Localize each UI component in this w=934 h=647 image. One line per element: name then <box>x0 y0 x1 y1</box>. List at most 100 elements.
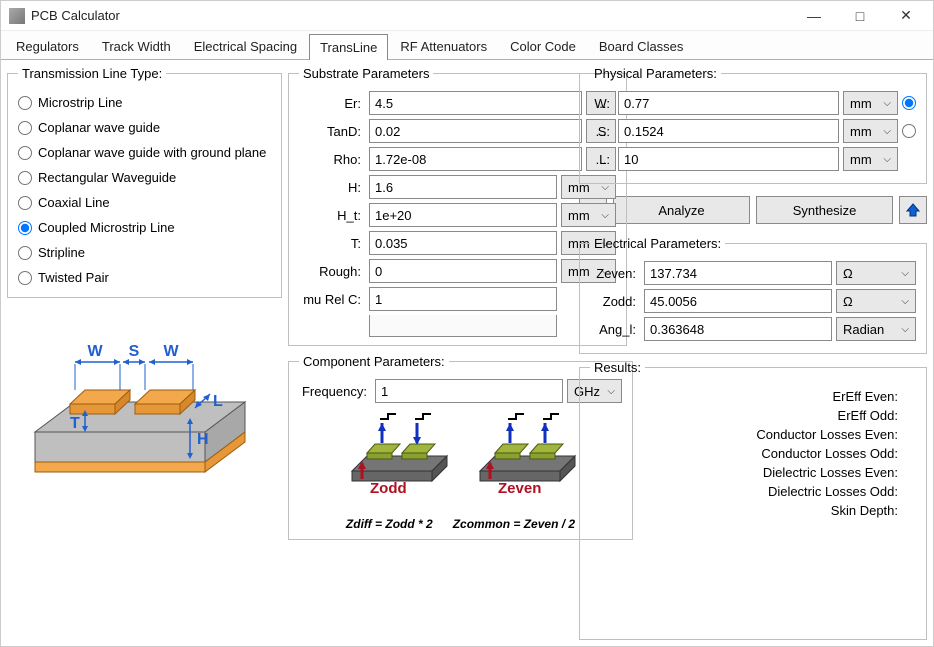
diagram-label-w2: W <box>163 343 179 360</box>
substrate-label-3: H: <box>299 180 365 195</box>
substrate-input-5[interactable] <box>369 231 557 255</box>
tab-board-classes[interactable]: Board Classes <box>588 33 695 59</box>
results-group: Results: ErEff Even:ErEff Odd:Conductor … <box>579 360 927 640</box>
diagram-label-s: S <box>128 343 139 360</box>
physical-row-1: S: mm <box>590 119 916 143</box>
transline-option-6[interactable]: Stripline <box>18 245 271 260</box>
tab-bar: RegulatorsTrack WidthElectrical SpacingT… <box>1 31 933 60</box>
physical-label-1: S: <box>590 124 614 139</box>
transline-label-0: Microstrip Line <box>38 95 123 110</box>
substrate-input-3[interactable] <box>369 175 557 199</box>
transline-radio-4[interactable] <box>18 196 32 210</box>
action-row: Analyze Synthesize <box>579 196 927 224</box>
substrate-parameters-group: Substrate Parameters Er:...TanD:...Rho:.… <box>288 66 627 346</box>
transline-option-7[interactable]: Twisted Pair <box>18 270 271 285</box>
results-legend: Results: <box>590 360 645 375</box>
result-label-5: Dielectric Losses Odd: <box>600 484 906 499</box>
physical-row-0: W: mm <box>590 91 916 115</box>
analyze-button[interactable]: Analyze <box>613 196 750 224</box>
tab-color-code[interactable]: Color Code <box>499 33 587 59</box>
left-column: Transmission Line Type: Microstrip Line C… <box>7 66 282 640</box>
frequency-label: Frequency: <box>299 384 371 399</box>
transline-radio-3[interactable] <box>18 171 32 185</box>
middle-column: Substrate Parameters Er:...TanD:...Rho:.… <box>288 66 573 640</box>
electrical-parameters-group: Electrical Parameters: Zeven:ΩZodd:ΩAng_… <box>579 236 927 354</box>
physical-label-2: L: <box>590 152 614 167</box>
substrate-label-1: TanD: <box>299 124 365 139</box>
electrical-unit-select-2[interactable]: Radian <box>836 317 916 341</box>
substrate-unit-select-4[interactable]: mm <box>561 203 616 227</box>
tab-electrical-spacing[interactable]: Electrical Spacing <box>183 33 308 59</box>
electrical-parameters-legend: Electrical Parameters: <box>590 236 725 251</box>
frequency-input[interactable] <box>375 379 563 403</box>
svg-text:Zeven: Zeven <box>498 480 541 497</box>
physical-parameters-legend: Physical Parameters: <box>590 66 721 81</box>
transline-label-5: Coupled Microstrip Line <box>38 220 175 235</box>
synthesize-button[interactable]: Synthesize <box>756 196 893 224</box>
transmission-line-type-legend: Transmission Line Type: <box>18 66 166 81</box>
transline-option-3[interactable]: Rectangular Waveguide <box>18 170 271 185</box>
physical-unit-select-1[interactable]: mm <box>843 119 898 143</box>
physical-unit-select-0[interactable]: mm <box>843 91 898 115</box>
physical-radio-0[interactable] <box>902 96 916 110</box>
maximize-button[interactable]: □ <box>837 1 883 31</box>
tab-rf-attenuators[interactable]: RF Attenuators <box>389 33 498 59</box>
minimize-button[interactable]: — <box>791 1 837 31</box>
transline-option-0[interactable]: Microstrip Line <box>18 95 271 110</box>
transline-radio-6[interactable] <box>18 246 32 260</box>
electrical-row-1: Zodd:Ω <box>590 289 916 313</box>
component-parameters-legend: Component Parameters: <box>299 354 449 369</box>
physical-parameters-group: Physical Parameters: W: mm S: mm L: mm <box>579 66 927 184</box>
substrate-label-6: Rough: <box>299 264 365 279</box>
impedance-diagram: Zodd <box>299 411 622 511</box>
transline-radio-5[interactable] <box>18 221 32 235</box>
tab-track-width[interactable]: Track Width <box>91 33 182 59</box>
result-row-0: ErEff Even: <box>600 389 906 404</box>
substrate-input-1[interactable] <box>369 119 582 143</box>
electrical-unit-select-1[interactable]: Ω <box>836 289 916 313</box>
substrate-input-7[interactable] <box>369 287 557 311</box>
physical-input-1[interactable] <box>618 119 839 143</box>
substrate-input-6[interactable] <box>369 259 557 283</box>
electrical-unit-select-0[interactable]: Ω <box>836 261 916 285</box>
substrate-input-0[interactable] <box>369 91 582 115</box>
tab-regulators[interactable]: Regulators <box>5 33 90 59</box>
physical-label-0: W: <box>590 96 614 111</box>
physical-unit-select-2[interactable]: mm <box>843 147 898 171</box>
svg-text:Zodd: Zodd <box>370 480 407 497</box>
transline-option-2[interactable]: Coplanar wave guide with ground plane <box>18 145 271 160</box>
electrical-row-0: Zeven:Ω <box>590 261 916 285</box>
physical-input-0[interactable] <box>618 91 839 115</box>
result-label-4: Dielectric Losses Even: <box>600 465 906 480</box>
transline-radio-1[interactable] <box>18 121 32 135</box>
electrical-input-0[interactable] <box>644 261 832 285</box>
diagram-label-w: W <box>87 343 103 360</box>
svg-text:L: L <box>213 393 223 410</box>
electrical-input-2[interactable] <box>644 317 832 341</box>
close-button[interactable]: ✕ <box>883 1 929 31</box>
result-row-3: Conductor Losses Odd: <box>600 446 906 461</box>
substrate-row-7: mu Rel C: <box>299 287 616 311</box>
coupled-microstrip-diagram: W S W L <box>15 312 275 492</box>
result-label-6: Skin Depth: <box>600 503 906 518</box>
physical-input-2[interactable] <box>618 147 839 171</box>
result-label-0: ErEff Even: <box>600 389 906 404</box>
substrate-row-2: Rho:... <box>299 147 616 171</box>
transline-option-1[interactable]: Coplanar wave guide <box>18 120 271 135</box>
transline-option-5[interactable]: Coupled Microstrip Line <box>18 220 271 235</box>
transline-option-4[interactable]: Coaxial Line <box>18 195 271 210</box>
arrow-up-button[interactable] <box>899 196 927 224</box>
zdiff-formula: Zdiff = Zodd * 2 <box>346 517 433 531</box>
transline-radio-0[interactable] <box>18 96 32 110</box>
substrate-label-4: H_t: <box>299 208 365 223</box>
svg-text:T: T <box>70 415 80 432</box>
zcommon-formula: Zcommon = Zeven / 2 <box>453 517 575 531</box>
physical-radio-1[interactable] <box>902 124 916 138</box>
electrical-input-1[interactable] <box>644 289 832 313</box>
tab-transline[interactable]: TransLine <box>309 34 388 60</box>
transline-radio-2[interactable] <box>18 146 32 160</box>
substrate-input-2[interactable] <box>369 147 582 171</box>
transline-radio-7[interactable] <box>18 271 32 285</box>
substrate-input-4[interactable] <box>369 203 557 227</box>
workarea: Transmission Line Type: Microstrip Line C… <box>1 60 933 646</box>
